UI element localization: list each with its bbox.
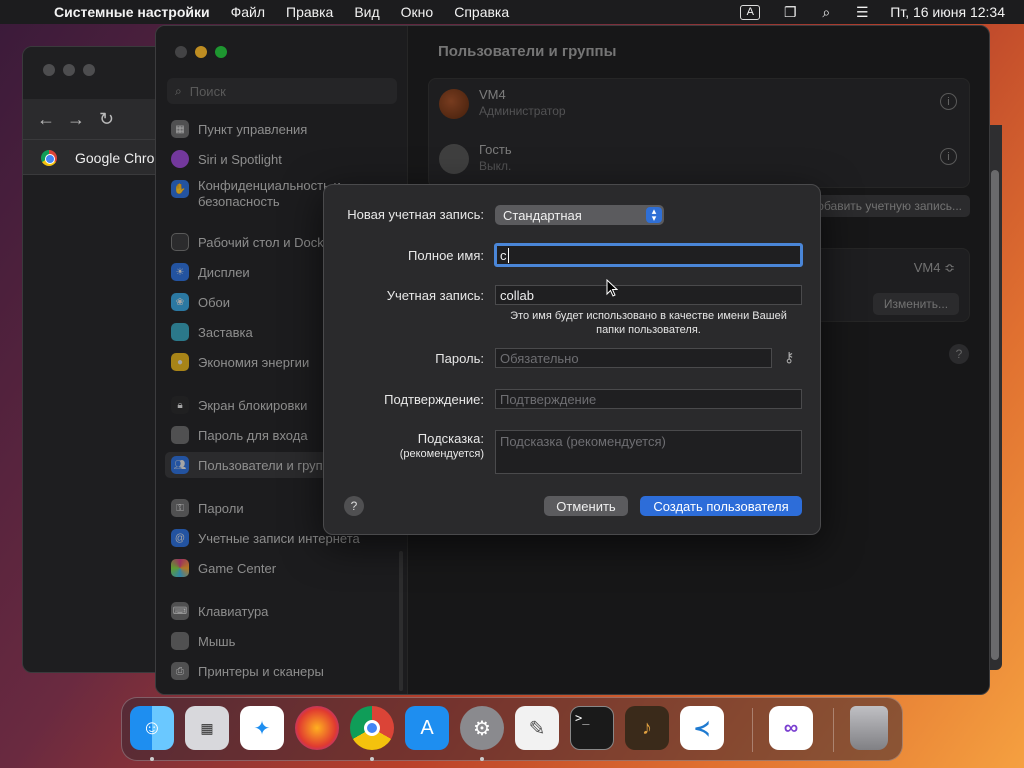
- finder-icon[interactable]: ☺: [130, 706, 174, 750]
- chrome-logo-icon: [41, 150, 57, 166]
- menu-clock[interactable]: Пт, 16 июня 12:34: [890, 4, 1005, 20]
- chrome-traffic-lights[interactable]: [43, 64, 95, 76]
- cancel-button[interactable]: Отменить: [544, 496, 628, 516]
- account-type-label: Новая учетная запись:: [347, 207, 484, 222]
- scrollbar-thumb[interactable]: [991, 170, 999, 660]
- password-placeholder: Обязательно: [500, 350, 579, 366]
- close-icon[interactable]: [43, 64, 55, 76]
- menu-help[interactable]: Справка: [454, 4, 509, 20]
- menu-edit[interactable]: Правка: [286, 4, 333, 20]
- hint-placeholder: Подсказка (рекомендуется): [500, 434, 666, 449]
- text-cursor: [507, 247, 509, 263]
- background-scrollbar[interactable]: [988, 125, 1002, 670]
- menu-file[interactable]: Файл: [231, 4, 265, 20]
- account-name-field[interactable]: collab: [495, 285, 802, 305]
- hint-field[interactable]: Подсказка (рекомендуется): [495, 430, 802, 474]
- create-user-button[interactable]: Создать пользователя: [640, 496, 802, 516]
- app-store-icon[interactable]: A: [405, 706, 449, 750]
- full-name-label: Полное имя:: [408, 248, 484, 263]
- help-icon[interactable]: ?: [344, 496, 364, 516]
- dock-separator: [833, 708, 834, 752]
- screen-mirroring-icon[interactable]: ❐: [782, 4, 798, 21]
- spotlight-search-icon[interactable]: ⌕: [818, 4, 834, 21]
- running-indicator: [480, 757, 484, 761]
- account-name-label: Учетная запись:: [386, 288, 484, 303]
- new-account-dialog: Новая учетная запись: Стандартная ▴ ▾ Пол…: [323, 184, 821, 535]
- dock: ☺ ▦ ✦ A ⚙ ✎ >_ ♪ ≺ ∞: [121, 697, 903, 761]
- verify-label: Подтверждение:: [384, 392, 484, 407]
- chrome-tab-title: Google Chrom: [75, 150, 167, 166]
- menu-view[interactable]: Вид: [354, 4, 379, 20]
- firefox-icon[interactable]: [295, 706, 339, 750]
- forward-icon[interactable]: →: [67, 109, 85, 130]
- vscode-icon[interactable]: ≺: [680, 706, 724, 750]
- account-type-value: Стандартная: [503, 207, 582, 223]
- menu-bar: Системные настройки Файл Правка Вид Окно…: [0, 0, 1024, 24]
- password-field[interactable]: Обязательно: [495, 348, 772, 368]
- menu-app-name[interactable]: Системные настройки: [54, 4, 210, 20]
- hint-sublabel: (рекомендуется): [399, 448, 484, 460]
- mouse-cursor-icon: [606, 279, 618, 297]
- chrome-icon[interactable]: [350, 706, 394, 750]
- launchpad-icon[interactable]: ▦: [185, 706, 229, 750]
- visual-studio-icon[interactable]: ∞: [769, 706, 813, 750]
- running-indicator: [150, 757, 154, 761]
- password-label: Пароль:: [435, 351, 484, 366]
- chevron-updown-icon: ▴ ▾: [646, 207, 662, 223]
- account-type-select[interactable]: Стандартная ▴ ▾: [495, 205, 664, 225]
- running-indicator: [370, 757, 374, 761]
- garageband-icon[interactable]: ♪: [625, 706, 669, 750]
- full-name-value: c: [500, 247, 507, 263]
- verify-field[interactable]: Подтверждение: [495, 389, 802, 409]
- dock-separator: [752, 708, 753, 752]
- menu-window[interactable]: Окно: [401, 4, 434, 20]
- control-center-icon[interactable]: ☰: [854, 4, 870, 21]
- trash-icon[interactable]: [850, 706, 888, 750]
- system-settings-icon[interactable]: ⚙: [460, 706, 504, 750]
- account-name-value: collab: [500, 287, 534, 303]
- textedit-icon[interactable]: ✎: [515, 706, 559, 750]
- input-source-icon[interactable]: A: [740, 4, 761, 20]
- minimize-icon[interactable]: [63, 64, 75, 76]
- zoom-icon[interactable]: [83, 64, 95, 76]
- safari-icon[interactable]: ✦: [240, 706, 284, 750]
- password-assistant-key-icon[interactable]: ⚷: [784, 349, 794, 366]
- reload-icon[interactable]: ↻: [99, 109, 114, 130]
- hint-label: Подсказка:: [417, 431, 484, 446]
- account-name-note: Это имя будет использовано в качестве им…: [510, 310, 787, 336]
- back-icon[interactable]: ←: [37, 109, 55, 130]
- full-name-field[interactable]: c: [494, 243, 803, 267]
- verify-placeholder: Подтверждение: [500, 391, 597, 407]
- terminal-icon[interactable]: >_: [570, 706, 614, 750]
